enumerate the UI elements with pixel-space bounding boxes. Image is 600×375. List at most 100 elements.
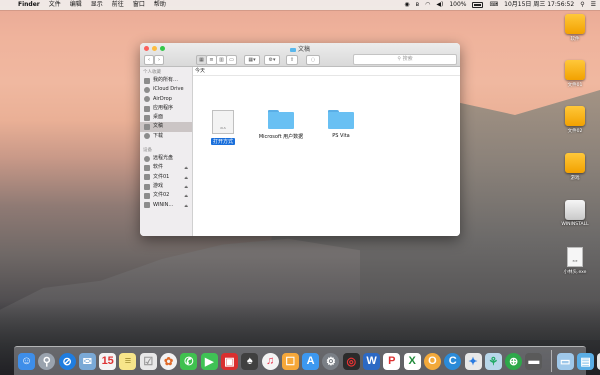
arrange-button[interactable]: ▦▾ bbox=[244, 55, 260, 65]
eject-icon[interactable]: ⏏ bbox=[184, 201, 188, 210]
sidebar-item-label: 我的所有… bbox=[153, 77, 179, 83]
eject-icon[interactable]: ⏏ bbox=[184, 163, 188, 172]
folder-name[interactable]: Microsoft 用户数据 bbox=[257, 133, 305, 140]
menu-edit[interactable]: 编辑 bbox=[70, 0, 82, 10]
menu-window[interactable]: 窗口 bbox=[133, 0, 145, 10]
sidebar-item-software[interactable]: 软件 ⏏ bbox=[140, 163, 192, 172]
search-field[interactable]: ⚲ 搜索 bbox=[353, 54, 457, 65]
bluetooth-icon[interactable]: ʙ bbox=[416, 0, 419, 10]
mail-icon[interactable]: ✉ bbox=[78, 352, 96, 370]
eject-icon[interactable]: ⏏ bbox=[184, 191, 188, 200]
menu-file[interactable]: 文件 bbox=[49, 0, 61, 10]
input-method-icon[interactable]: ⌨ bbox=[489, 0, 498, 10]
sidebar-item-label: 桌面 bbox=[153, 114, 164, 121]
folder-icon bbox=[328, 110, 354, 129]
sidebar-item-all-files[interactable]: 我的所有… bbox=[140, 76, 192, 85]
spotlight-icon[interactable]: ⚲ bbox=[580, 0, 584, 10]
messages-icon[interactable]: ✆ bbox=[180, 352, 198, 370]
battery-icon[interactable] bbox=[472, 2, 484, 8]
cloud-icon bbox=[144, 86, 150, 93]
preview-icon[interactable]: ⚘ bbox=[484, 352, 502, 370]
folder-item-psvita[interactable]: PS Vita bbox=[309, 110, 373, 139]
sidebar-item-icloud[interactable]: iCloud Drive bbox=[140, 85, 192, 94]
file-item-xls[interactable]: XLS 打开方式 bbox=[191, 110, 255, 145]
globe-icon[interactable]: ⊕ bbox=[505, 352, 523, 370]
app-store-icon[interactable]: A bbox=[302, 352, 320, 370]
sidebar-item-label: iCloud Drive bbox=[153, 86, 184, 93]
file-extension: XLS bbox=[220, 126, 226, 130]
sidebar-item-wininstall[interactable]: WININ… ⏏ bbox=[140, 201, 192, 210]
desktop-icon-label: 小林头.exe bbox=[563, 270, 587, 275]
desktop-icon-file02[interactable]: 文件02 bbox=[555, 106, 595, 134]
reminders-icon[interactable]: ☑ bbox=[139, 352, 157, 370]
tools-icon[interactable]: ✦ bbox=[464, 352, 482, 370]
menu-view[interactable]: 显示 bbox=[91, 0, 103, 10]
eject-icon[interactable]: ⏏ bbox=[184, 173, 188, 182]
desktop-icon-exe[interactable]: EXE 小林头.exe bbox=[555, 247, 595, 275]
drive-icon bbox=[144, 192, 150, 199]
desktop-icon-label: 文件01 bbox=[567, 83, 583, 88]
safari-icon[interactable]: ⊘ bbox=[58, 352, 76, 370]
facetime-icon[interactable]: ▶ bbox=[200, 352, 218, 370]
game-app-icon[interactable]: ♠ bbox=[241, 352, 259, 370]
sidebar-item-applications[interactable]: 应用程序 bbox=[140, 104, 192, 113]
finder-icon[interactable]: ☺ bbox=[18, 352, 35, 370]
desktop-icon-software[interactable]: 软件 bbox=[555, 14, 595, 42]
desktop-icon-file01[interactable]: 文件01 bbox=[555, 60, 595, 88]
sidebar-item-airdrop[interactable]: AirDrop bbox=[140, 95, 192, 104]
status-icon[interactable]: ◉ bbox=[404, 0, 409, 10]
photo-booth-icon[interactable]: ▣ bbox=[220, 352, 238, 370]
folder-item-microsoft[interactable]: Microsoft 用户数据 bbox=[249, 110, 313, 140]
antivirus-icon[interactable]: ◎ bbox=[342, 352, 360, 370]
terminal-icon[interactable]: ▬ bbox=[525, 352, 543, 370]
sidebar-item-file01[interactable]: 文件01 ⏏ bbox=[140, 173, 192, 182]
drive-icon bbox=[565, 153, 585, 173]
battery-percent[interactable]: 100% bbox=[449, 0, 466, 10]
folder-name[interactable]: PS Vita bbox=[330, 133, 352, 139]
drive-icon bbox=[144, 183, 150, 190]
file-name[interactable]: 打开方式 bbox=[210, 138, 235, 145]
clock[interactable]: 10月15日 周三 17:56:52 bbox=[504, 0, 574, 10]
launchpad-icon[interactable]: ⚲ bbox=[38, 352, 56, 370]
menu-help[interactable]: 帮助 bbox=[154, 0, 166, 10]
calendar-icon[interactable]: 15 bbox=[99, 352, 117, 370]
sidebar-item-label: 远程光盘 bbox=[153, 155, 174, 162]
volume-icon[interactable]: ◀) bbox=[436, 0, 443, 10]
browser-icon[interactable]: C bbox=[444, 352, 462, 370]
notification-center-icon[interactable]: ☰ bbox=[591, 0, 596, 10]
apple-menu-icon[interactable] bbox=[4, 1, 12, 9]
applications-folder-icon[interactable]: ▭ bbox=[556, 352, 574, 370]
sidebar-item-games[interactable]: 游戏 ⏏ bbox=[140, 182, 192, 191]
system-preferences-icon[interactable]: ⚙ bbox=[322, 352, 340, 370]
ibooks-icon[interactable]: ☐ bbox=[281, 352, 299, 370]
eject-icon[interactable]: ⏏ bbox=[184, 182, 188, 191]
sidebar-item-file02[interactable]: 文件02 ⏏ bbox=[140, 191, 192, 200]
word-icon[interactable]: W bbox=[363, 352, 381, 370]
outlook-icon[interactable]: O bbox=[423, 352, 441, 370]
menu-app-name[interactable]: Finder bbox=[18, 0, 40, 10]
disc-icon bbox=[144, 155, 150, 162]
wifi-icon[interactable]: ◠ bbox=[425, 0, 430, 10]
wps-presentation-icon[interactable]: P bbox=[383, 352, 401, 370]
share-button[interactable]: ⇪ bbox=[286, 55, 298, 65]
photos-icon[interactable]: ✿ bbox=[160, 352, 178, 370]
desktop-icon-games[interactable]: 游戏 bbox=[555, 153, 595, 181]
sidebar-item-desktop[interactable]: 桌面 bbox=[140, 113, 192, 122]
sidebar-item-downloads[interactable]: 下载 bbox=[140, 132, 192, 141]
cover-flow-button[interactable]: ▭ bbox=[226, 55, 237, 65]
forward-button[interactable]: › bbox=[154, 55, 164, 65]
menu-go[interactable]: 前往 bbox=[112, 0, 124, 10]
notes-icon[interactable]: ≡ bbox=[119, 352, 137, 370]
sidebar-item-documents[interactable]: 文稿 bbox=[140, 122, 192, 132]
back-button[interactable]: ‹ bbox=[144, 55, 154, 65]
action-gear-button[interactable]: ⚙▾ bbox=[264, 55, 280, 65]
itunes-icon[interactable]: ♫ bbox=[261, 352, 279, 370]
downloads-stack-icon[interactable]: ▤ bbox=[577, 352, 595, 370]
all-files-icon bbox=[144, 77, 150, 84]
drive-icon bbox=[565, 200, 585, 220]
sidebar-item-remote-disc[interactable]: 远程光盘 bbox=[140, 154, 192, 163]
tags-button[interactable]: ◌ bbox=[306, 55, 320, 65]
drive-icon bbox=[565, 106, 585, 126]
desktop-icon-wininstall[interactable]: WININSTALL bbox=[555, 200, 595, 227]
excel-icon[interactable]: X bbox=[403, 352, 421, 370]
